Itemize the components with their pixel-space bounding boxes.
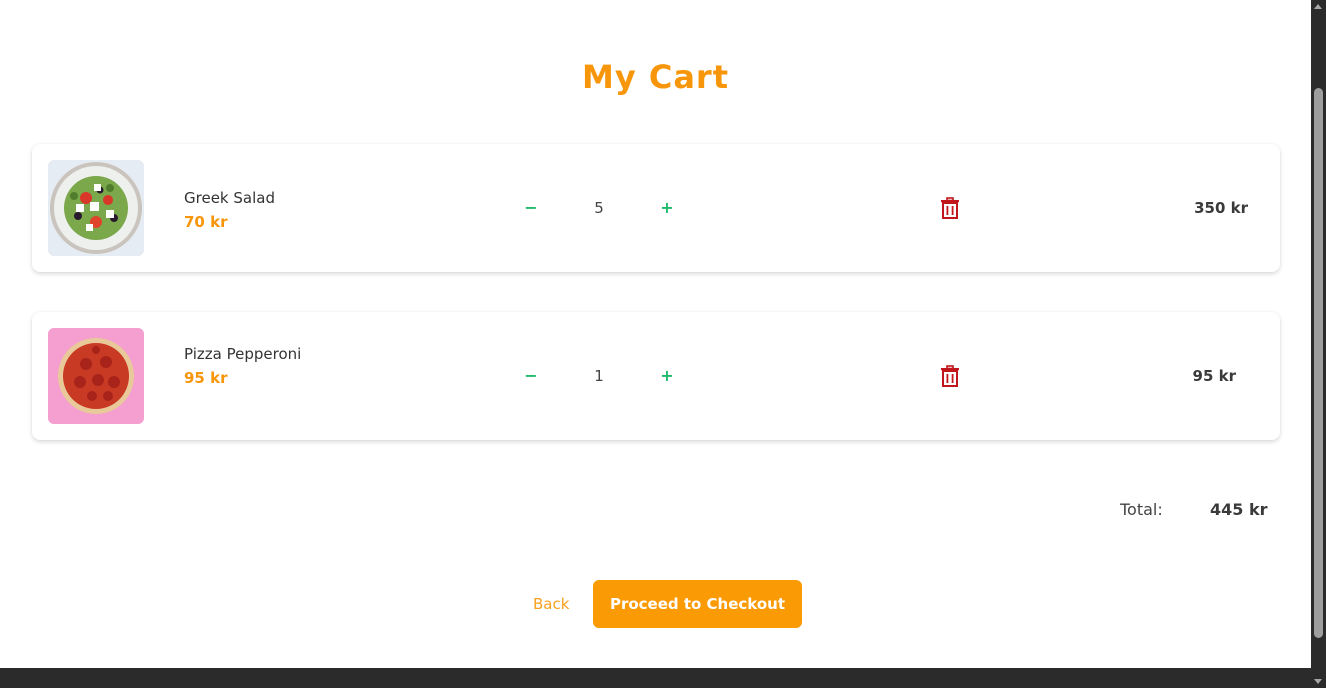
total-value: 445 kr (1210, 500, 1268, 519)
scrollbar-thumb[interactable] (1314, 88, 1323, 638)
back-link[interactable]: Back (533, 592, 569, 616)
cart-item: Pizza Pepperoni 95 kr − 1 + 95 kr (32, 312, 1280, 440)
pizza-pepperoni-image (48, 328, 144, 424)
trash-icon (941, 365, 959, 387)
trash-icon (941, 197, 959, 219)
item-info: Pizza Pepperoni 95 kr (184, 342, 324, 390)
vertical-scrollbar[interactable] (1311, 0, 1326, 688)
item-name: Greek Salad (184, 189, 275, 207)
greek-salad-image (48, 160, 144, 256)
total-label: Total: (1120, 500, 1163, 519)
decrease-quantity-button[interactable]: − (519, 196, 543, 220)
delete-item-button[interactable] (938, 196, 962, 220)
item-unit-price: 95 kr (184, 369, 228, 387)
decrease-quantity-button[interactable]: − (519, 364, 543, 388)
increase-quantity-button[interactable]: + (655, 196, 679, 220)
proceed-to-checkout-button[interactable]: Proceed to Checkout (593, 580, 802, 628)
item-name: Pizza Pepperoni (184, 345, 302, 363)
item-line-total: 95 kr (1192, 367, 1236, 385)
page-title: My Cart (582, 58, 729, 96)
item-info: Greek Salad 70 kr (184, 186, 324, 234)
scroll-up-arrow-icon[interactable] (1314, 4, 1322, 9)
item-line-total: 350 kr (1194, 199, 1248, 217)
quantity-value: 1 (594, 367, 604, 385)
item-unit-price: 70 kr (184, 213, 228, 231)
scroll-down-arrow-icon[interactable] (1314, 679, 1322, 684)
bottom-bar (0, 668, 1311, 688)
increase-quantity-button[interactable]: + (655, 364, 679, 388)
delete-item-button[interactable] (938, 364, 962, 388)
quantity-value: 5 (594, 199, 604, 217)
cart-item: Greek Salad 70 kr − 5 + 350 kr (32, 144, 1280, 272)
cart-page: My Cart Greek Salad 70 kr − 5 + 350 kr P… (0, 0, 1311, 668)
